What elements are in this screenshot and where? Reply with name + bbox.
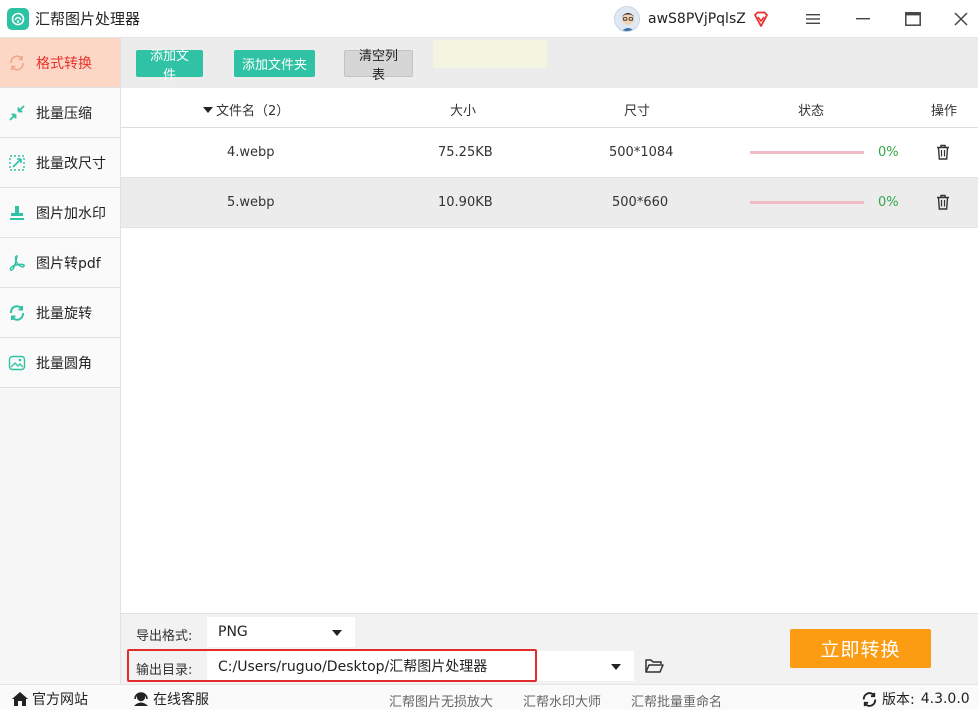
add-file-button[interactable]: 添加文件	[136, 48, 203, 82]
sidebar-item-label: 批量压缩	[36, 105, 92, 122]
chevron-down-icon[interactable]	[332, 630, 342, 636]
clear-list-button[interactable]: 清空列表	[344, 48, 413, 82]
status-bar: 官方网站 在线客服 汇帮图片无损放大 汇帮水印大师 汇帮批量重命名 版本: 4.…	[0, 684, 978, 710]
row-progress-bar	[750, 151, 864, 154]
sidebar-item-rounded-corner[interactable]: 批量圆角	[0, 338, 120, 388]
official-website-label: 官方网站	[32, 692, 88, 708]
home-icon	[12, 692, 28, 706]
folder-icon[interactable]	[645, 658, 664, 674]
sidebar-item-watermark[interactable]: 图片加水印	[0, 188, 120, 238]
version-value: 4.3.0.0	[920, 691, 970, 707]
row-dimensions: 500*660	[612, 195, 669, 210]
row-size: 10.90KB	[438, 195, 493, 210]
sidebar-item-to-pdf[interactable]: 图片转pdf	[0, 238, 120, 288]
online-support-link[interactable]: 在线客服	[132, 689, 209, 709]
compress-icon	[9, 105, 25, 121]
chevron-down-icon[interactable]	[611, 664, 621, 670]
toolbar-decoration	[433, 40, 547, 68]
header-filename[interactable]: 文件名（2）	[203, 100, 289, 119]
customer-service-icon	[134, 692, 148, 706]
watermark-icon	[10, 206, 24, 220]
row-percent: 0%	[878, 195, 899, 210]
row-percent: 0%	[878, 145, 899, 160]
sidebar-item-label: 批量改尺寸	[36, 155, 106, 172]
export-settings: 导出格式: PNG 输出目录: C:/Users/ruguo/Desktop/汇…	[121, 613, 978, 684]
link-lossless-enlarge[interactable]: 汇帮图片无损放大	[389, 691, 493, 710]
table-header: 文件名（2） 大小 尺寸 状态 操作	[121, 88, 978, 128]
header-action: 操作	[931, 104, 958, 119]
maximize-icon[interactable]	[902, 8, 924, 30]
pdf-icon	[9, 255, 25, 271]
row-size: 75.25KB	[438, 145, 493, 160]
app-logo-icon	[7, 7, 29, 30]
sidebar-item-rotate[interactable]: 批量旋转	[0, 288, 120, 338]
row-filename: 5.webp	[227, 195, 275, 210]
export-format-label: 导出格式:	[136, 629, 193, 644]
export-format-value: PNG	[218, 624, 248, 640]
close-icon[interactable]	[950, 8, 972, 30]
sidebar-item-compress[interactable]: 批量压缩	[0, 88, 120, 138]
sidebar-item-label: 格式转换	[36, 55, 92, 72]
table-row[interactable]: 4.webp 75.25KB 500*1084 0%	[121, 128, 978, 178]
export-format-select[interactable]: PNG	[207, 617, 355, 647]
online-support-label: 在线客服	[153, 692, 209, 708]
sidebar-item-label: 图片加水印	[36, 205, 106, 222]
official-website-link[interactable]: 官方网站	[11, 689, 88, 709]
sidebar-item-label: 批量旋转	[36, 305, 92, 322]
format-convert-icon	[10, 55, 24, 71]
convert-now-button[interactable]: 立即转换	[790, 629, 931, 668]
rotate-icon	[9, 305, 25, 321]
header-filename-label: 文件名（2）	[216, 104, 290, 119]
delete-icon[interactable]	[936, 194, 950, 210]
version-label: 版本:	[882, 692, 915, 708]
sidebar-item-resize[interactable]: 批量改尺寸	[0, 138, 120, 188]
minimize-icon[interactable]	[852, 8, 874, 30]
add-folder-button[interactable]: 添加文件夹	[234, 50, 315, 77]
menu-icon[interactable]	[802, 8, 824, 30]
link-batch-rename[interactable]: 汇帮批量重命名	[631, 691, 722, 710]
header-status: 状态	[798, 104, 825, 119]
sidebar-item-label: 图片转pdf	[36, 255, 101, 272]
header-dimensions: 尺寸	[624, 104, 651, 119]
toolbar: 添加文件 添加文件夹 清空列表	[121, 38, 978, 88]
app-title: 汇帮图片处理器	[35, 10, 141, 28]
sidebar-item-format-convert[interactable]: 格式转换	[0, 38, 120, 88]
row-dimensions: 500*1084	[609, 145, 674, 160]
table-row[interactable]: 5.webp 10.90KB 500*660 0%	[121, 178, 978, 228]
username: awS8PVjPqlsZ	[648, 11, 746, 27]
sort-caret-icon[interactable]	[203, 106, 213, 114]
avatar[interactable]	[614, 6, 640, 32]
rounded-corner-icon	[8, 355, 26, 371]
user-account[interactable]: awS8PVjPqlsZ	[614, 5, 770, 33]
sidebar-item-label: 批量圆角	[36, 355, 92, 372]
header-size: 大小	[450, 104, 477, 119]
version-info[interactable]: 版本: 4.3.0.0	[861, 689, 970, 709]
row-filename: 4.webp	[227, 145, 275, 160]
delete-icon[interactable]	[936, 144, 950, 160]
resize-icon	[9, 155, 25, 171]
sidebar: 格式转换 批量压缩 批量改尺寸 图片加水印 图片转pdf 批量旋转 批量圆角	[0, 38, 121, 684]
output-dir-highlight	[127, 649, 537, 682]
vip-badge-icon[interactable]	[752, 10, 770, 28]
file-table: 文件名（2） 大小 尺寸 状态 操作 4.webp 75.25KB 500*10…	[121, 88, 978, 228]
refresh-icon	[862, 691, 877, 707]
link-watermark-master[interactable]: 汇帮水印大师	[523, 691, 601, 710]
row-progress-bar	[750, 201, 864, 204]
title-bar: 汇帮图片处理器 awS8PVjPqlsZ	[0, 0, 978, 38]
